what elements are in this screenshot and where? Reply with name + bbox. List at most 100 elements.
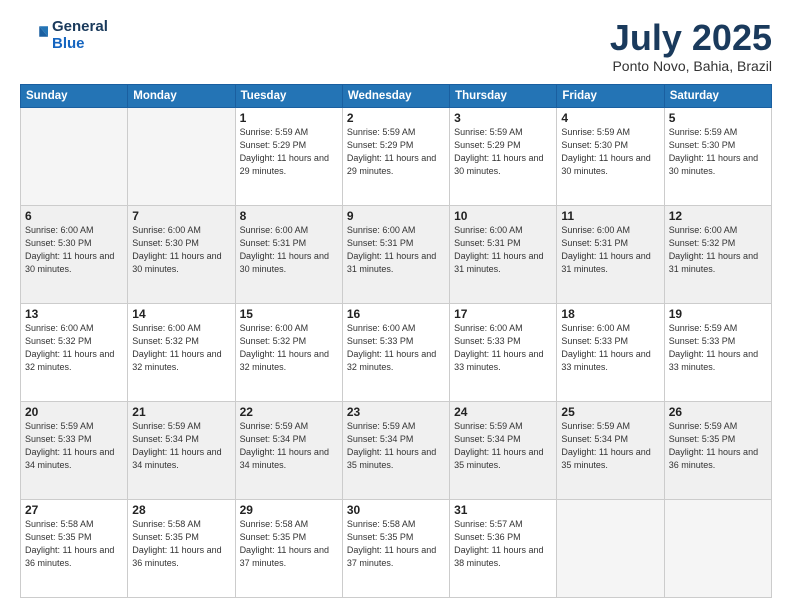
table-row: 17Sunrise: 6:00 AMSunset: 5:33 PMDayligh… [450,303,557,401]
table-row: 11Sunrise: 6:00 AMSunset: 5:31 PMDayligh… [557,205,664,303]
cell-info: Sunrise: 5:59 AMSunset: 5:35 PMDaylight:… [669,420,767,472]
header: General Blue July 2025 Ponto Novo, Bahia… [20,18,772,74]
day-number: 11 [561,209,659,223]
day-number: 1 [240,111,338,125]
cell-info: Sunrise: 5:59 AMSunset: 5:34 PMDaylight:… [240,420,338,472]
cell-info: Sunrise: 6:00 AMSunset: 5:30 PMDaylight:… [132,224,230,276]
table-row: 24Sunrise: 5:59 AMSunset: 5:34 PMDayligh… [450,401,557,499]
table-row: 23Sunrise: 5:59 AMSunset: 5:34 PMDayligh… [342,401,449,499]
table-row: 2Sunrise: 5:59 AMSunset: 5:29 PMDaylight… [342,107,449,205]
table-row: 27Sunrise: 5:58 AMSunset: 5:35 PMDayligh… [21,499,128,597]
day-number: 23 [347,405,445,419]
cell-info: Sunrise: 5:59 AMSunset: 5:34 PMDaylight:… [561,420,659,472]
logo-text: General Blue [52,18,108,53]
table-row: 18Sunrise: 6:00 AMSunset: 5:33 PMDayligh… [557,303,664,401]
table-row: 22Sunrise: 5:59 AMSunset: 5:34 PMDayligh… [235,401,342,499]
logo-icon [20,21,48,49]
day-number: 28 [132,503,230,517]
table-row: 12Sunrise: 6:00 AMSunset: 5:32 PMDayligh… [664,205,771,303]
cell-info: Sunrise: 5:59 AMSunset: 5:29 PMDaylight:… [454,126,552,178]
table-row: 26Sunrise: 5:59 AMSunset: 5:35 PMDayligh… [664,401,771,499]
table-row: 1Sunrise: 5:59 AMSunset: 5:29 PMDaylight… [235,107,342,205]
cell-info: Sunrise: 6:00 AMSunset: 5:31 PMDaylight:… [561,224,659,276]
cell-info: Sunrise: 6:00 AMSunset: 5:33 PMDaylight:… [454,322,552,374]
day-number: 19 [669,307,767,321]
cell-info: Sunrise: 5:58 AMSunset: 5:35 PMDaylight:… [240,518,338,570]
calendar-table: Sunday Monday Tuesday Wednesday Thursday… [20,84,772,598]
day-number: 2 [347,111,445,125]
calendar-week-row: 20Sunrise: 5:59 AMSunset: 5:33 PMDayligh… [21,401,772,499]
calendar-header-row: Sunday Monday Tuesday Wednesday Thursday… [21,84,772,107]
col-monday: Monday [128,84,235,107]
day-number: 18 [561,307,659,321]
day-number: 4 [561,111,659,125]
cell-info: Sunrise: 5:59 AMSunset: 5:33 PMDaylight:… [25,420,123,472]
day-number: 15 [240,307,338,321]
day-number: 25 [561,405,659,419]
day-number: 12 [669,209,767,223]
table-row: 6Sunrise: 6:00 AMSunset: 5:30 PMDaylight… [21,205,128,303]
cell-info: Sunrise: 6:00 AMSunset: 5:32 PMDaylight:… [132,322,230,374]
calendar-week-row: 27Sunrise: 5:58 AMSunset: 5:35 PMDayligh… [21,499,772,597]
col-saturday: Saturday [664,84,771,107]
table-row: 8Sunrise: 6:00 AMSunset: 5:31 PMDaylight… [235,205,342,303]
table-row: 28Sunrise: 5:58 AMSunset: 5:35 PMDayligh… [128,499,235,597]
day-number: 8 [240,209,338,223]
cell-info: Sunrise: 5:59 AMSunset: 5:34 PMDaylight:… [347,420,445,472]
table-row: 4Sunrise: 5:59 AMSunset: 5:30 PMDaylight… [557,107,664,205]
table-row: 29Sunrise: 5:58 AMSunset: 5:35 PMDayligh… [235,499,342,597]
col-tuesday: Tuesday [235,84,342,107]
day-number: 30 [347,503,445,517]
month-title: July 2025 [610,18,772,58]
cell-info: Sunrise: 5:59 AMSunset: 5:33 PMDaylight:… [669,322,767,374]
day-number: 20 [25,405,123,419]
cell-info: Sunrise: 5:58 AMSunset: 5:35 PMDaylight:… [347,518,445,570]
table-row: 20Sunrise: 5:59 AMSunset: 5:33 PMDayligh… [21,401,128,499]
day-number: 7 [132,209,230,223]
cell-info: Sunrise: 5:59 AMSunset: 5:29 PMDaylight:… [347,126,445,178]
calendar-week-row: 6 Sunrise: 6:00 AMSunset: 5:30 PMDaylight… [21,205,772,303]
table-row: 10Sunrise: 6:00 AMSunset: 5:31 PMDayligh… [450,205,557,303]
day-number: 27 [25,503,123,517]
cell-info: Sunrise: 5:58 AMSunset: 5:35 PMDaylight:… [25,518,123,570]
cell-info: Sunrise: 5:57 AMSunset: 5:36 PMDaylight:… [454,518,552,570]
cell-info: Sunrise: 5:59 AMSunset: 5:30 PMDaylight:… [561,126,659,178]
cell-info: Sunrise: 5:59 AMSunset: 5:30 PMDaylight:… [669,126,767,178]
table-row [128,107,235,205]
table-row: 5Sunrise: 5:59 AMSunset: 5:30 PMDaylight… [664,107,771,205]
cell-info: Sunrise: 6:00 AMSunset: 5:32 PMDaylight:… [25,322,123,374]
day-number: 14 [132,307,230,321]
cell-info: Sunrise: 6:00 AMSunset: 5:33 PMDaylight:… [561,322,659,374]
col-friday: Friday [557,84,664,107]
day-number: 6 [25,209,123,223]
day-number: 17 [454,307,552,321]
table-row: 21Sunrise: 5:59 AMSunset: 5:34 PMDayligh… [128,401,235,499]
col-wednesday: Wednesday [342,84,449,107]
day-number: 9 [347,209,445,223]
day-number: 26 [669,405,767,419]
cell-info: Sunrise: 5:59 AMSunset: 5:34 PMDaylight:… [454,420,552,472]
table-row: 31Sunrise: 5:57 AMSunset: 5:36 PMDayligh… [450,499,557,597]
day-number: 13 [25,307,123,321]
cell-info: Sunrise: 6:00 AMSunset: 5:32 PMDaylight:… [669,224,767,276]
location-subtitle: Ponto Novo, Bahia, Brazil [610,58,772,74]
logo: General Blue [20,18,108,53]
cell-info: Sunrise: 5:58 AMSunset: 5:35 PMDaylight:… [132,518,230,570]
table-row: 19Sunrise: 5:59 AMSunset: 5:33 PMDayligh… [664,303,771,401]
table-row [557,499,664,597]
day-number: 3 [454,111,552,125]
cell-info: Sunrise: 6:00 AMSunset: 5:31 PMDaylight:… [240,224,338,276]
table-row: 13Sunrise: 6:00 AMSunset: 5:32 PMDayligh… [21,303,128,401]
table-row: 3Sunrise: 5:59 AMSunset: 5:29 PMDaylight… [450,107,557,205]
table-row: 14Sunrise: 6:00 AMSunset: 5:32 PMDayligh… [128,303,235,401]
day-number: 31 [454,503,552,517]
table-row: 7Sunrise: 6:00 AMSunset: 5:30 PMDaylight… [128,205,235,303]
day-number: 22 [240,405,338,419]
table-row: 9Sunrise: 6:00 AMSunset: 5:31 PMDaylight… [342,205,449,303]
table-row: 25Sunrise: 5:59 AMSunset: 5:34 PMDayligh… [557,401,664,499]
day-number: 29 [240,503,338,517]
page: General Blue July 2025 Ponto Novo, Bahia… [0,0,792,612]
cell-info: Sunrise: 6:00 AMSunset: 5:33 PMDaylight:… [347,322,445,374]
col-sunday: Sunday [21,84,128,107]
cell-info: Sunrise: 6:00 AMSunset: 5:31 PMDaylight:… [347,224,445,276]
